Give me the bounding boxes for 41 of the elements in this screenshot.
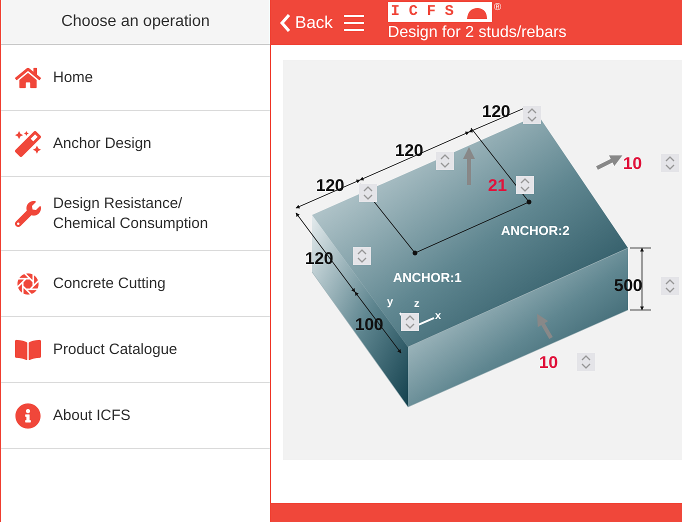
axis-label: y [387, 297, 394, 308]
menu-item[interactable]: About ICFS [1, 383, 270, 449]
sidebar-title: Choose an operation [1, 0, 270, 45]
magic-wand-icon [15, 130, 41, 156]
stepper-button[interactable] [436, 152, 454, 170]
menu-item[interactable]: Design Resistance/ Chemical Consumption [1, 177, 270, 251]
load-arrow-icon [537, 314, 553, 339]
anchor-label: ANCHOR:1 [393, 271, 462, 284]
menu-button[interactable] [342, 14, 365, 32]
menu-item[interactable]: Home [1, 45, 270, 111]
load-value: 10 [539, 354, 558, 371]
stepper-button[interactable] [661, 277, 679, 295]
stepper-button[interactable] [516, 176, 534, 194]
back-button[interactable]: Back [271, 12, 333, 32]
stepper-button[interactable] [661, 154, 679, 172]
stepper-button[interactable] [523, 106, 541, 124]
stepper-button[interactable] [359, 184, 377, 202]
menu-item[interactable]: Anchor Design [1, 111, 270, 177]
dimension-value: 500 [614, 277, 642, 294]
axis-label: z [414, 299, 420, 310]
registered-mark: ® [494, 2, 502, 13]
dimension-value: 120 [482, 103, 510, 120]
load-value: 10 [623, 155, 642, 172]
dimension-value: 120 [395, 142, 424, 159]
axis-label: x [435, 311, 442, 322]
chevron-left-icon [279, 12, 291, 32]
anchor-label: ANCHOR:2 [501, 224, 570, 237]
load-value: 21 [488, 177, 507, 194]
load-arrow-icon [596, 155, 622, 170]
menu-item[interactable]: Concrete Cutting [1, 251, 270, 317]
stepper-button[interactable] [401, 313, 419, 331]
dimension-value: 120 [316, 177, 344, 194]
info-icon [15, 402, 41, 428]
aperture-icon [15, 270, 41, 296]
stepper-button[interactable] [353, 247, 371, 265]
menu-item[interactable]: Product Catalogue [1, 317, 270, 383]
stepper-button[interactable] [577, 353, 595, 371]
page-subtitle: Design for 2 studs/rebars [388, 23, 567, 43]
logo: ICFS [388, 2, 492, 22]
wrench-icon [15, 200, 41, 226]
load-arrow-icon [463, 147, 475, 185]
